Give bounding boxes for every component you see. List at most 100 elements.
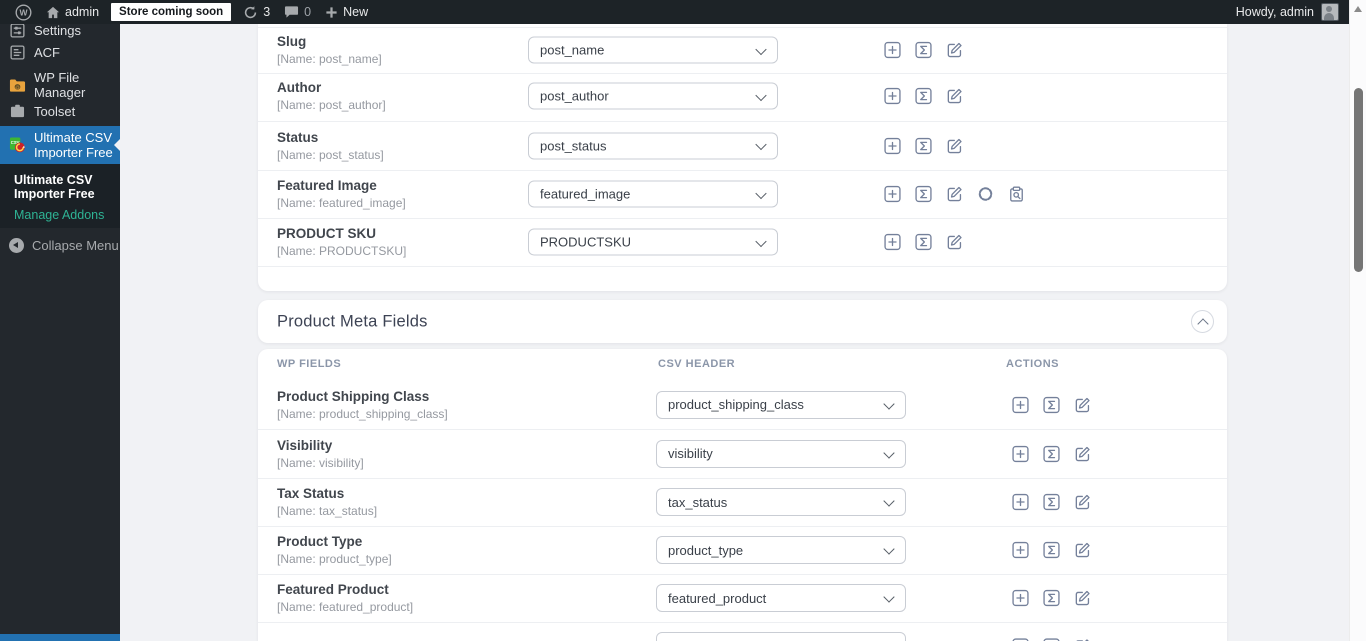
field-row-visibility: Visibility [Name: visibility] visibility: [258, 429, 1227, 478]
updates-count: 3: [263, 5, 271, 19]
add-mapping-button[interactable]: [884, 137, 901, 154]
function-sigma-button[interactable]: [915, 137, 932, 154]
edit-button[interactable]: [946, 186, 963, 203]
add-mapping-button[interactable]: [1012, 541, 1029, 559]
edit-button[interactable]: [1074, 590, 1091, 607]
csv-header-select[interactable]: product_type: [656, 536, 906, 564]
add-mapping-button[interactable]: [1012, 445, 1029, 462]
csv-importer-icon: CSV: [9, 137, 26, 154]
add-mapping-button[interactable]: [884, 41, 901, 59]
field-row-product-type: Product Type [Name: product_type] produc…: [258, 526, 1227, 574]
csv-header-select[interactable]: featured_image: [528, 180, 778, 208]
sidebar-item-acf[interactable]: ACF: [0, 37, 120, 67]
add-mapping-button[interactable]: [1012, 493, 1029, 511]
function-sigma-button[interactable]: [1043, 396, 1060, 413]
coming-soon-badge: Store coming soon: [111, 3, 232, 21]
site-name: admin: [65, 5, 100, 19]
current-menu-arrow: [114, 139, 120, 151]
function-sigma-button[interactable]: [1043, 589, 1060, 607]
collapse-section-button[interactable]: [1191, 310, 1214, 333]
updates-menu-item[interactable]: 3: [236, 0, 277, 24]
field-name: [Name: product_type]: [277, 552, 392, 566]
howdy-text[interactable]: Howdy, admin: [1236, 5, 1314, 19]
plus-icon: [326, 6, 337, 18]
comments-count: 0: [304, 5, 312, 19]
chevron-down-icon: [755, 43, 767, 55]
openai-icon[interactable]: [977, 186, 994, 203]
select-value: post_status: [540, 138, 607, 153]
add-mapping-button[interactable]: [884, 87, 901, 105]
function-sigma-button[interactable]: [1043, 493, 1060, 511]
column-header-actions: ACTIONS: [1006, 358, 1059, 370]
post-fields-card: Slug [Name: post_name] post_name Author …: [258, 24, 1227, 291]
function-sigma-button[interactable]: [1043, 445, 1060, 462]
function-sigma-button[interactable]: [1043, 541, 1060, 559]
scrollbar-thumb[interactable]: [1353, 88, 1363, 272]
edit-button[interactable]: [946, 88, 963, 105]
comments-icon: [285, 6, 299, 18]
function-sigma-button[interactable]: [915, 41, 932, 59]
field-name: [Name: PRODUCTSKU]: [277, 244, 407, 258]
select-value: product_type: [668, 542, 744, 558]
field-name: [Name: post_status]: [277, 147, 384, 162]
scrollbar[interactable]: [1349, 0, 1366, 641]
select-value: post_name: [540, 42, 605, 58]
field-label: Tax Status: [277, 486, 345, 501]
csv-header-select[interactable]: tax_status: [656, 488, 906, 516]
avatar[interactable]: [1321, 3, 1339, 21]
function-sigma-button[interactable]: [915, 87, 932, 105]
clipboard-search-icon[interactable]: [1008, 186, 1025, 203]
svg-text:W: W: [19, 7, 28, 17]
csv-header-select[interactable]: post_name: [528, 36, 778, 64]
chevron-down-icon: [755, 89, 767, 101]
field-name: [Name: featured_product]: [277, 600, 414, 614]
comments-menu-item[interactable]: 0: [277, 0, 318, 24]
csv-header-select[interactable]: post_author: [528, 82, 778, 110]
folder-icon: @: [9, 77, 26, 94]
field-label: Status: [277, 129, 319, 145]
add-mapping-button[interactable]: [1012, 396, 1029, 413]
edit-button[interactable]: [946, 42, 963, 59]
select-value: product_shipping_class: [668, 397, 804, 412]
csv-header-select[interactable]: post_status: [528, 132, 778, 159]
wp-admin-bar: W admin Store coming soon 3 0 New Howdy,…: [0, 0, 1349, 24]
function-sigma-button[interactable]: [915, 185, 932, 203]
add-mapping-button[interactable]: [884, 185, 901, 203]
chevron-down-icon: [883, 591, 895, 603]
column-header-csv-header: CSV HEADER: [658, 358, 736, 370]
chevron-down-icon: [755, 187, 767, 199]
csv-header-select[interactable]: product_shipping_class: [656, 390, 906, 419]
sidebar-item-toolset[interactable]: Toolset: [0, 96, 120, 126]
csv-header-select[interactable]: [656, 632, 906, 641]
add-mapping-button[interactable]: [1012, 589, 1029, 607]
chevron-down-icon: [883, 495, 895, 507]
edit-button[interactable]: [946, 137, 963, 154]
add-mapping-button[interactable]: [884, 233, 901, 251]
submenu-item-importer[interactable]: Ultimate CSV Importer Free: [14, 173, 114, 201]
edit-button[interactable]: [1074, 542, 1091, 559]
chevron-down-icon: [755, 235, 767, 247]
field-row-tax-status: Tax Status [Name: tax_status] tax_status: [258, 478, 1227, 526]
new-content-menu-item[interactable]: New: [318, 0, 375, 24]
sidebar-bottom-strip: [0, 634, 120, 641]
scrollbar-up-arrow-icon[interactable]: [1353, 6, 1362, 12]
csv-header-select[interactable]: visibility: [656, 439, 906, 468]
field-name: [Name: product_shipping_class]: [277, 406, 448, 421]
field-label: Featured Image: [277, 178, 377, 193]
csv-header-select[interactable]: featured_product: [656, 584, 906, 612]
sidebar-item-ultimate-csv-importer[interactable]: CSV Ultimate CSV Importer Free: [0, 126, 120, 164]
briefcase-icon: [9, 103, 26, 120]
acf-icon: [9, 44, 26, 61]
edit-button[interactable]: [1074, 494, 1091, 511]
function-sigma-button[interactable]: [915, 233, 932, 251]
collapse-arrow-icon: [9, 237, 24, 253]
collapse-menu-button[interactable]: Collapse Menu: [0, 230, 120, 260]
wordpress-logo-icon[interactable]: W: [8, 0, 39, 24]
submenu-item-manage-addons[interactable]: Manage Addons: [14, 208, 114, 222]
csv-header-select[interactable]: PRODUCTSKU: [528, 228, 778, 256]
edit-button[interactable]: [1074, 396, 1091, 413]
edit-button[interactable]: [1074, 445, 1091, 462]
chevron-down-icon: [883, 446, 895, 459]
site-menu-item[interactable]: admin: [39, 0, 106, 24]
edit-button[interactable]: [946, 234, 963, 251]
